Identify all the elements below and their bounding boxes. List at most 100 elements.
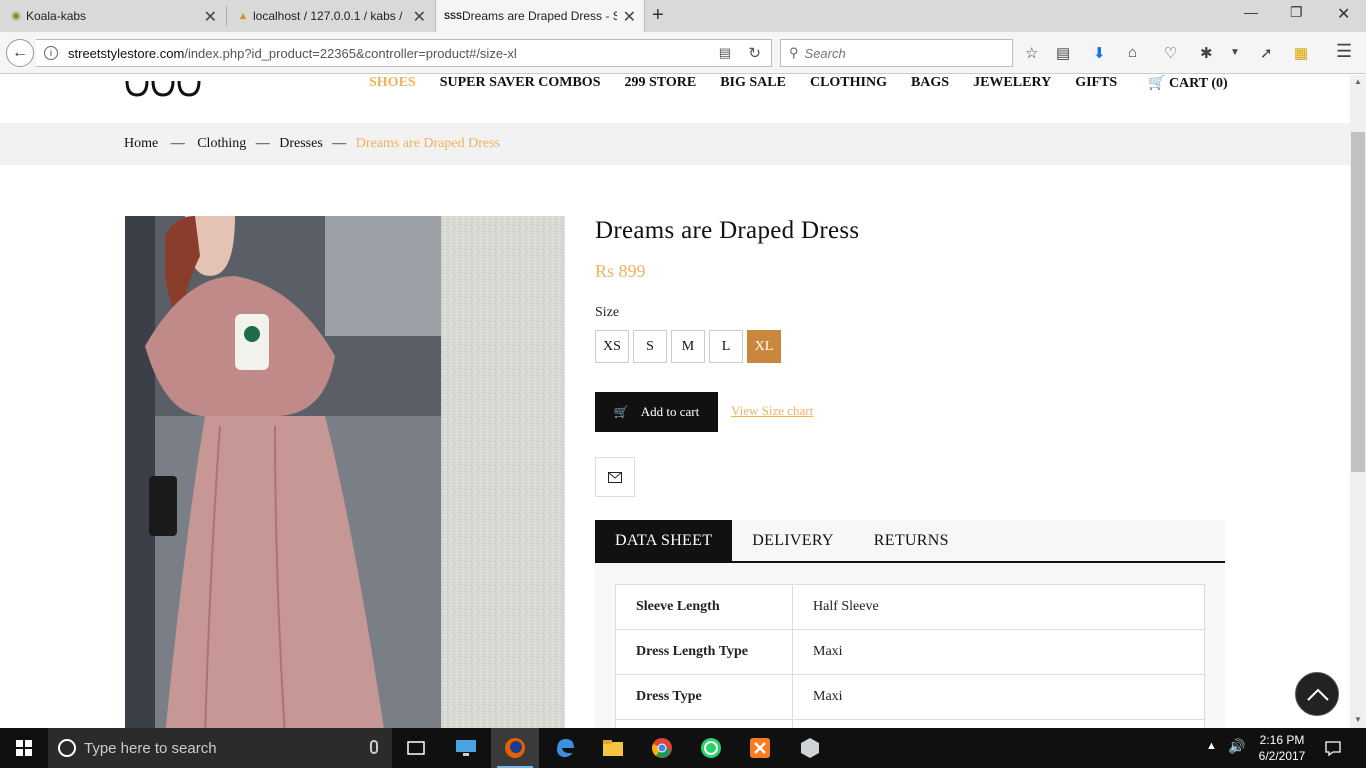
volume-icon[interactable]: 🔊 [1228,738,1245,755]
koala-favicon-icon: ◉ [11,10,21,22]
browser-tab-product[interactable]: SSS Dreams are Draped Dress - S ✕ [435,0,645,32]
cart-icon: 🛒 [613,404,629,419]
browser-tab-bar: ◉ Koala-kabs ✕ ▴ localhost / 127.0.0.1 /… [0,0,1366,32]
chevron-down-icon[interactable]: ▼ [1230,47,1240,58]
site-logo[interactable] [125,75,203,99]
attribute-name: Sleeve Length [615,584,793,630]
menu-item-299-store[interactable]: 299 STORE [624,75,696,93]
tab-title: localhost / 127.0.0.1 / kabs / [253,9,403,23]
home-icon[interactable]: ⌂ [1128,44,1137,61]
scroll-down-arrow[interactable]: ▼ [1354,715,1362,724]
taskbar-app-edge[interactable] [541,728,589,768]
attribute-value: Maxi [792,674,1205,720]
browser-tab-koala[interactable]: ◉ Koala-kabs ✕ [0,0,225,32]
scroll-up-arrow[interactable]: ▲ [1354,77,1362,86]
envelope-icon [608,471,622,483]
chevron-up-icon[interactable]: ▲ [1206,740,1217,752]
tab-returns[interactable]: RETURNS [854,520,969,561]
menu-item-jewelery[interactable]: JEWELERY [973,75,1051,93]
add-to-cart-button[interactable]: 🛒 Add to cart [595,392,718,432]
size-options: XS S M L XL [595,330,785,363]
hexagon-app-icon [801,738,819,758]
taskbar-search[interactable]: Type here to search [48,728,392,768]
size-option-xs[interactable]: XS [595,330,629,363]
menu-item-bags[interactable]: BAGS [911,75,949,93]
ruler-icon[interactable]: ▦ [1294,44,1308,62]
tab-delivery[interactable]: DELIVERY [732,520,854,561]
extension-icon[interactable]: ✱ [1200,44,1213,62]
breadcrumb-separator: — [332,136,347,151]
product-image[interactable] [125,216,565,728]
tab-title: Dreams are Draped Dress - S [462,9,617,23]
bookmarks-list-icon[interactable]: ▤ [1056,44,1070,62]
close-icon[interactable]: ✕ [204,7,217,27]
data-sheet-panel: Sleeve Length Half Sleeve Dress Length T… [595,563,1225,728]
search-bar[interactable]: ⚲ [780,39,1013,67]
task-view-button[interactable] [392,728,440,768]
menu-icon[interactable]: ☰ [1336,41,1352,62]
breadcrumb-separator: — [255,136,270,151]
sss-favicon-icon: SSS [444,11,463,21]
email-share-button[interactable] [595,457,635,497]
new-tab-icon[interactable]: + [652,4,664,27]
taskbar-app-xampp[interactable] [736,728,784,768]
url-text[interactable]: streetstylestore.com/index.php?id_produc… [68,46,517,61]
cart-icon: 🛒 [1148,76,1166,91]
menu-item-shoes[interactable]: SHOES [369,75,416,93]
taskbar: Type here to search ▲ 🔊 2:16 PM 6/2/2017 [0,728,1366,768]
restore-icon[interactable]: ❐ [1290,4,1303,21]
close-window-icon[interactable]: ✕ [1337,4,1350,24]
product-tabs: DATA SHEET DELIVERY RETURNS [595,520,1225,563]
menu-item-gifts[interactable]: GIFTS [1075,75,1117,93]
scrollbar-thumb[interactable] [1351,132,1365,472]
breadcrumb-clothing[interactable]: Clothing [197,136,246,151]
taskbar-app-file-explorer[interactable] [589,728,637,768]
taskbar-app-generic[interactable] [786,728,834,768]
menu-item-super-saver-combos[interactable]: SUPER SAVER COMBOS [440,75,601,93]
breadcrumb-home[interactable]: Home [124,136,158,151]
browser-tab-localhost[interactable]: ▴ localhost / 127.0.0.1 / kabs / ✕ [227,0,434,32]
back-button[interactable]: ← [6,39,34,67]
taskbar-app-firefox[interactable] [491,728,539,768]
size-option-xl[interactable]: XL [747,330,781,363]
action-center-icon[interactable] [1324,739,1342,757]
clock-time: 2:16 PM [1259,733,1305,747]
search-icon: ⚲ [789,45,799,60]
url-bar[interactable]: i streetstylestore.com/index.php?id_prod… [36,39,772,67]
tab-data-sheet[interactable]: DATA SHEET [595,520,733,561]
close-icon[interactable]: ✕ [413,7,426,27]
breadcrumb-dresses[interactable]: Dresses [279,136,323,151]
scroll-to-top-button[interactable] [1295,672,1339,716]
clock-date: 6/2/2017 [1258,749,1306,763]
size-option-m[interactable]: M [671,330,705,363]
menu-item-clothing[interactable]: CLOTHING [810,75,887,93]
taskbar-clock[interactable]: 2:16 PM 6/2/2017 [1252,732,1312,764]
close-icon[interactable]: ✕ [623,7,636,27]
product-price: Rs 899 [595,261,646,281]
start-button[interactable] [0,728,48,768]
xampp-icon [750,738,770,758]
taskbar-app-chrome[interactable] [638,728,686,768]
taskbar-app-explorer-pc[interactable] [442,728,490,768]
minimize-icon[interactable]: — [1244,4,1258,20]
menu-item-big-sale[interactable]: BIG SALE [720,75,786,93]
taskbar-app-whatsapp[interactable] [687,728,735,768]
page-scrollbar[interactable]: ▲ ▼ [1350,75,1366,728]
attribute-value: Maxi [792,629,1205,675]
size-chart-link[interactable]: View Size chart [731,403,813,419]
reload-icon[interactable]: ↻ [748,44,761,62]
pocket-icon[interactable]: ♡ [1164,44,1177,62]
url-path: /index.php?id_product=22365&controller=p… [184,45,517,61]
size-option-s[interactable]: S [633,330,667,363]
cart-link[interactable]: 🛒 CART (0) [1148,75,1228,92]
pin-icon[interactable]: ➚ [1260,44,1273,62]
size-label: Size [595,305,620,320]
taskbar-search-placeholder: Type here to search [84,739,217,757]
bookmark-star-icon[interactable]: ☆ [1025,44,1038,62]
download-icon[interactable]: ⬇ [1093,44,1106,62]
size-option-l[interactable]: L [709,330,743,363]
info-icon[interactable]: i [44,46,58,60]
reader-view-icon[interactable]: ▤ [719,45,731,61]
microphone-icon[interactable] [370,740,378,754]
search-input[interactable] [804,45,985,61]
